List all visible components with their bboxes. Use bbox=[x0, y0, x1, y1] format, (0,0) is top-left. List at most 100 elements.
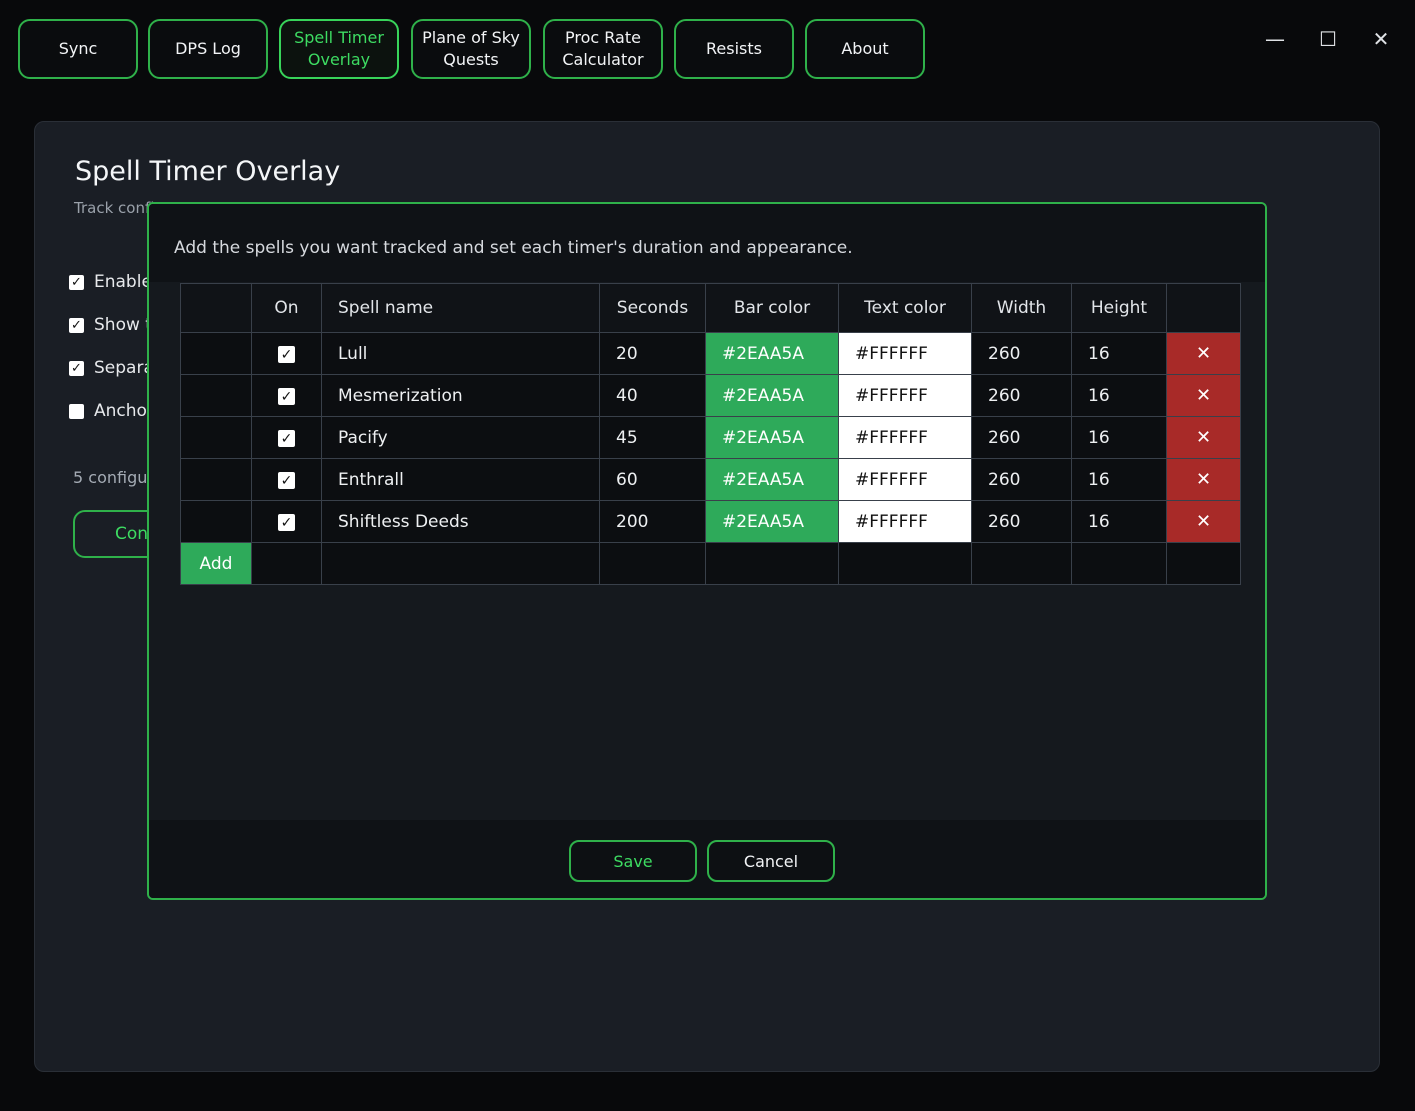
bar-color-cell[interactable]: #2EAA5A bbox=[705, 458, 839, 501]
tab-about[interactable]: About bbox=[805, 19, 925, 79]
spell-name-cell[interactable]: Mesmerization bbox=[321, 374, 600, 417]
column-header-bar-color: Bar color bbox=[705, 283, 839, 333]
cancel-button[interactable]: Cancel bbox=[707, 840, 835, 882]
width-cell[interactable]: 260 bbox=[971, 500, 1072, 543]
spell-name-cell[interactable]: Enthrall bbox=[321, 458, 600, 501]
option-show[interactable]: ✓ Show t bbox=[69, 315, 152, 335]
option-separate-label: Separa bbox=[94, 358, 154, 378]
column-header-seconds: Seconds bbox=[599, 283, 706, 333]
column-header-text-color: Text color bbox=[838, 283, 972, 333]
width-cell[interactable]: 260 bbox=[971, 374, 1072, 417]
column-header-handle bbox=[180, 283, 252, 333]
spell-name-cell[interactable]: Lull bbox=[321, 332, 600, 375]
text-color-cell[interactable]: #FFFFFF bbox=[838, 500, 972, 543]
option-separate[interactable]: ✓ Separa bbox=[69, 358, 154, 378]
row-on-checkbox[interactable]: ✓ bbox=[278, 514, 295, 531]
tab-proc-rate-calculator[interactable]: Proc Rate Calculator bbox=[543, 19, 663, 79]
tab-dps-log[interactable]: DPS Log bbox=[148, 19, 268, 79]
delete-row-button[interactable]: ✕ bbox=[1166, 416, 1241, 459]
column-header-on: On bbox=[251, 283, 322, 333]
table-row: ✓ Mesmerization 40 #2EAA5A #FFFFFF 260 1… bbox=[180, 374, 1241, 417]
top-tab-bar: Sync DPS Log Spell Timer Overlay Plane o… bbox=[0, 0, 1415, 100]
height-cell[interactable]: 16 bbox=[1071, 416, 1167, 459]
empty-cell bbox=[1166, 542, 1241, 585]
height-cell[interactable]: 16 bbox=[1071, 332, 1167, 375]
bar-color-cell[interactable]: #2EAA5A bbox=[705, 500, 839, 543]
option-anchor-label: Ancho bbox=[94, 401, 147, 421]
dialog-footer: Save Cancel bbox=[149, 820, 1265, 898]
table-row: ✓ Enthrall 60 #2EAA5A #FFFFFF 260 16 ✕ bbox=[180, 458, 1241, 501]
column-header-delete bbox=[1166, 283, 1241, 333]
spell-name-cell[interactable]: Shiftless Deeds bbox=[321, 500, 600, 543]
delete-row-button[interactable]: ✕ bbox=[1166, 500, 1241, 543]
row-handle[interactable] bbox=[180, 500, 252, 543]
bar-color-cell[interactable]: #2EAA5A bbox=[705, 374, 839, 417]
empty-cell bbox=[321, 542, 600, 585]
row-on-checkbox[interactable]: ✓ bbox=[278, 346, 295, 363]
column-header-height: Height bbox=[1071, 283, 1167, 333]
checkbox-enable[interactable]: ✓ bbox=[69, 274, 84, 290]
checkbox-separate[interactable]: ✓ bbox=[69, 360, 84, 376]
width-cell[interactable]: 260 bbox=[971, 416, 1072, 459]
empty-cell bbox=[1071, 542, 1167, 585]
row-on-cell[interactable]: ✓ bbox=[251, 458, 322, 501]
text-color-cell[interactable]: #FFFFFF bbox=[838, 416, 972, 459]
seconds-cell[interactable]: 40 bbox=[599, 374, 706, 417]
spell-table: On Spell name Seconds Bar color Text col… bbox=[180, 283, 1241, 585]
spell-name-cell[interactable]: Pacify bbox=[321, 416, 600, 459]
seconds-cell[interactable]: 20 bbox=[599, 332, 706, 375]
tab-plane-of-sky-quests[interactable]: Plane of Sky Quests bbox=[411, 19, 531, 79]
tab-spell-timer-overlay[interactable]: Spell Timer Overlay bbox=[279, 19, 399, 79]
close-icon[interactable]: ✕ bbox=[1366, 24, 1396, 54]
seconds-cell[interactable]: 200 bbox=[599, 500, 706, 543]
delete-row-button[interactable]: ✕ bbox=[1166, 458, 1241, 501]
option-anchor[interactable]: Ancho bbox=[69, 401, 147, 421]
row-handle[interactable] bbox=[180, 416, 252, 459]
width-cell[interactable]: 260 bbox=[971, 458, 1072, 501]
row-on-cell[interactable]: ✓ bbox=[251, 416, 322, 459]
row-on-cell[interactable]: ✓ bbox=[251, 374, 322, 417]
width-cell[interactable]: 260 bbox=[971, 332, 1072, 375]
row-on-checkbox[interactable]: ✓ bbox=[278, 430, 295, 447]
checkbox-show[interactable]: ✓ bbox=[69, 317, 84, 333]
text-color-cell[interactable]: #FFFFFF bbox=[838, 374, 972, 417]
table-row: ✓ Shiftless Deeds 200 #2EAA5A #FFFFFF 26… bbox=[180, 500, 1241, 543]
table-row: ✓ Pacify 45 #2EAA5A #FFFFFF 260 16 ✕ bbox=[180, 416, 1241, 459]
row-handle[interactable] bbox=[180, 374, 252, 417]
row-handle[interactable] bbox=[180, 458, 252, 501]
empty-cell bbox=[599, 542, 706, 585]
page-title: Spell Timer Overlay bbox=[75, 156, 341, 187]
row-handle[interactable] bbox=[180, 332, 252, 375]
empty-cell bbox=[251, 542, 322, 585]
empty-cell bbox=[971, 542, 1072, 585]
table-row: ✓ Lull 20 #2EAA5A #FFFFFF 260 16 ✕ bbox=[180, 332, 1241, 375]
height-cell[interactable]: 16 bbox=[1071, 500, 1167, 543]
bar-color-cell[interactable]: #2EAA5A bbox=[705, 332, 839, 375]
minimize-icon[interactable]: — bbox=[1260, 24, 1290, 54]
checkbox-anchor[interactable] bbox=[69, 403, 84, 419]
seconds-cell[interactable]: 45 bbox=[599, 416, 706, 459]
bar-color-cell[interactable]: #2EAA5A bbox=[705, 416, 839, 459]
save-button[interactable]: Save bbox=[569, 840, 697, 882]
empty-cell bbox=[838, 542, 972, 585]
text-color-cell[interactable]: #FFFFFF bbox=[838, 458, 972, 501]
height-cell[interactable]: 16 bbox=[1071, 374, 1167, 417]
height-cell[interactable]: 16 bbox=[1071, 458, 1167, 501]
add-row-button[interactable]: Add bbox=[180, 542, 252, 585]
column-header-spell-name: Spell name bbox=[321, 283, 600, 333]
delete-row-button[interactable]: ✕ bbox=[1166, 374, 1241, 417]
tab-sync[interactable]: Sync bbox=[18, 19, 138, 79]
row-on-cell[interactable]: ✓ bbox=[251, 332, 322, 375]
option-enable[interactable]: ✓ Enable bbox=[69, 272, 152, 292]
text-color-cell[interactable]: #FFFFFF bbox=[838, 332, 972, 375]
page-subtitle: Track confi bbox=[74, 199, 155, 217]
row-on-checkbox[interactable]: ✓ bbox=[278, 388, 295, 405]
seconds-cell[interactable]: 60 bbox=[599, 458, 706, 501]
maximize-icon[interactable]: ☐ bbox=[1313, 24, 1343, 54]
tab-resists[interactable]: Resists bbox=[674, 19, 794, 79]
dialog-description: Add the spells you want tracked and set … bbox=[174, 238, 853, 258]
table-header-row: On Spell name Seconds Bar color Text col… bbox=[180, 283, 1241, 333]
row-on-cell[interactable]: ✓ bbox=[251, 500, 322, 543]
delete-row-button[interactable]: ✕ bbox=[1166, 332, 1241, 375]
row-on-checkbox[interactable]: ✓ bbox=[278, 472, 295, 489]
